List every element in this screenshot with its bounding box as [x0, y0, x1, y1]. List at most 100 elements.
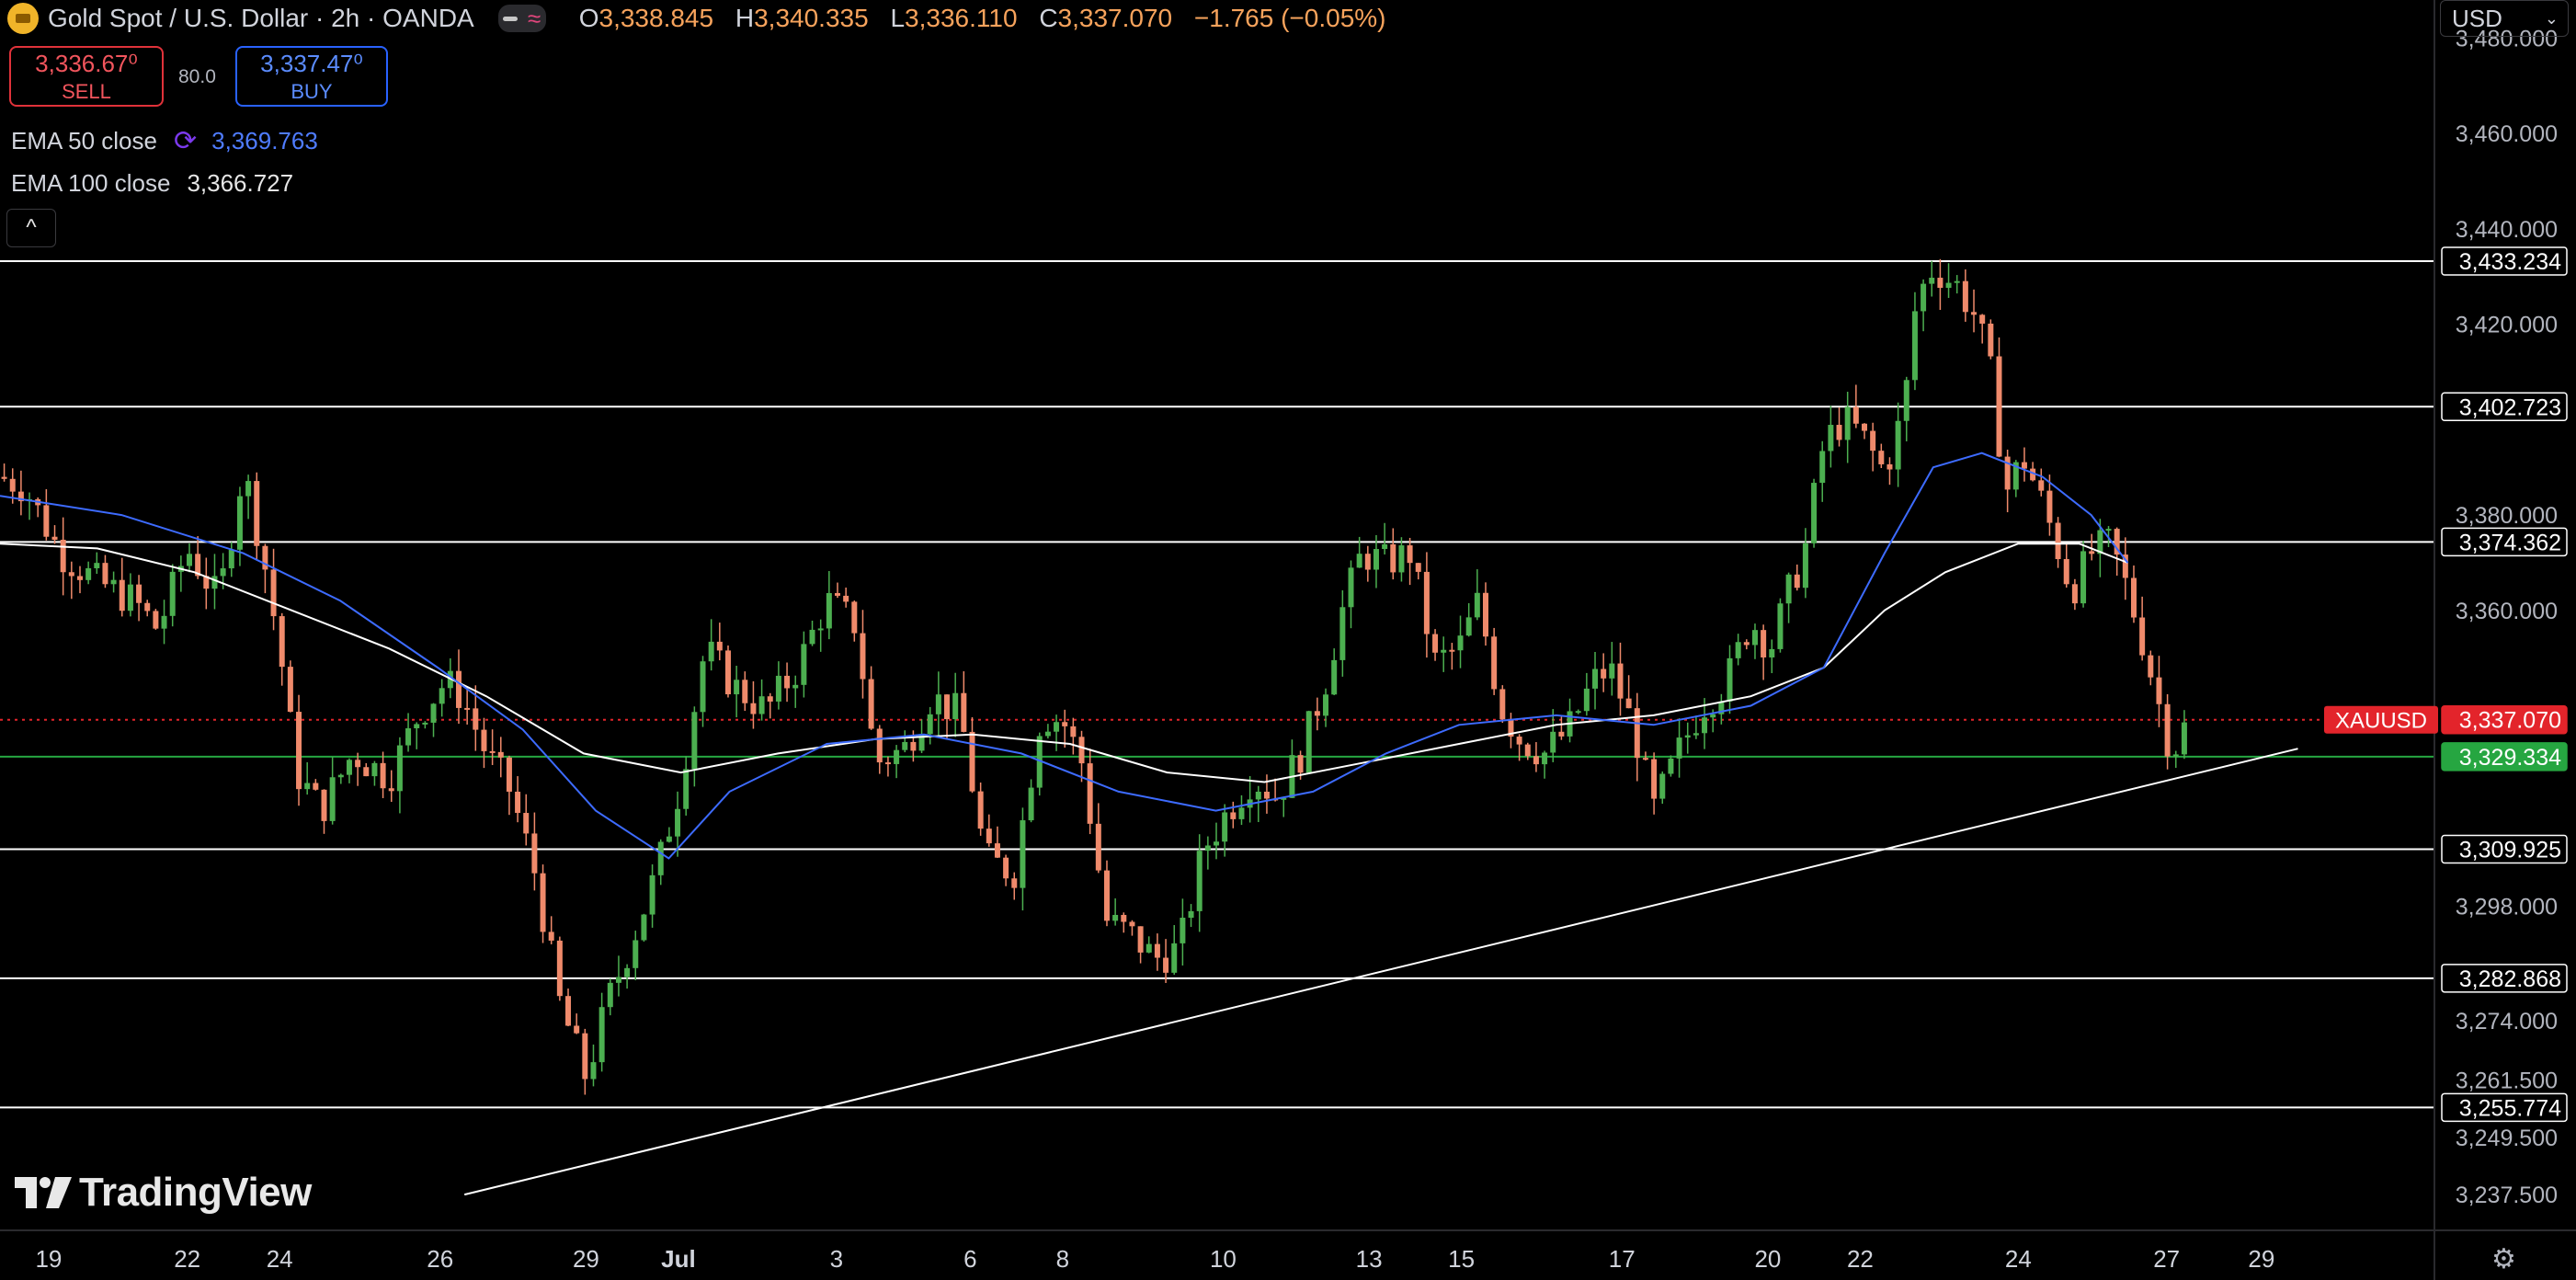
- candle-body: [245, 481, 252, 497]
- candle-body: [775, 675, 781, 702]
- settings-gear-icon[interactable]: ⚙: [2491, 1243, 2516, 1275]
- price-chart[interactable]: 3,480.0003,460.0003,440.0003,420.0003,38…: [0, 0, 2576, 1280]
- level-label: 3,282.868: [2459, 966, 2561, 992]
- buy-button[interactable]: 3,337.47⁰ BUY: [235, 46, 388, 107]
- collapse-legend-button[interactable]: ^: [6, 209, 56, 247]
- x-tick-label: 3: [830, 1245, 843, 1273]
- candle-body: [127, 584, 133, 611]
- x-tick-label: 24: [267, 1245, 293, 1273]
- candle-body: [1592, 669, 1599, 689]
- candle-body: [1583, 688, 1590, 712]
- candle-body: [734, 680, 740, 695]
- candle-body: [161, 615, 167, 629]
- candle-body: [94, 563, 100, 568]
- candle-body: [590, 1062, 597, 1080]
- candle-body: [1087, 763, 1093, 824]
- dash-icon: [503, 16, 519, 21]
- candle-body: [986, 829, 992, 844]
- tv-logo-icon: [15, 1177, 72, 1208]
- candle-body: [1188, 910, 1194, 919]
- time-axis[interactable]: 19 22 24 26 29 Jul 3 6 8 10 13 15 17 20 22 24 27 29: [0, 1229, 2576, 1273]
- candle-body: [1533, 756, 1539, 765]
- candle-body: [1659, 773, 1666, 799]
- candle-body: [236, 496, 243, 550]
- candle-body: [994, 843, 1000, 858]
- high-value: 3,340.335: [754, 4, 869, 32]
- symbol-title[interactable]: Gold Spot / U.S. Dollar · 2h · OANDA: [48, 4, 474, 33]
- currency-button[interactable]: USD ⌄: [2440, 0, 2569, 37]
- candle-body: [1390, 543, 1396, 573]
- candle-body: [876, 728, 883, 763]
- candle-body: [834, 592, 840, 596]
- ema100-legend[interactable]: EMA 100 close 3,366.727: [11, 169, 293, 198]
- candle-body: [548, 931, 554, 941]
- y-tick-label: 3,460.000: [2456, 121, 2558, 147]
- candle-body: [355, 760, 361, 768]
- candle-body: [1693, 733, 1699, 736]
- candle-body: [1339, 607, 1346, 660]
- candle-body: [952, 692, 959, 720]
- candle-body: [615, 977, 621, 983]
- ema50-legend[interactable]: EMA 50 close ⟳ 3,369.763: [11, 125, 318, 157]
- candle-body: [414, 724, 420, 729]
- low-label: L: [890, 4, 906, 32]
- candle-body: [767, 696, 773, 702]
- candle-body: [515, 791, 521, 814]
- sell-price: 3,336.67⁰: [35, 49, 138, 77]
- candle-body: [270, 569, 277, 617]
- candle-body: [1474, 592, 1480, 618]
- candle-body: [1078, 737, 1085, 764]
- trendline-layer: [463, 748, 2298, 1196]
- price-axis[interactable]: 3,480.0003,460.0003,440.0003,420.0003,38…: [2324, 0, 2568, 1280]
- candle-body: [1524, 744, 1531, 757]
- x-tick-label: 29: [573, 1245, 599, 1273]
- candle-body: [346, 760, 352, 775]
- candle-body: [1988, 323, 1994, 357]
- candle-body: [817, 628, 824, 631]
- candle-body: [455, 670, 462, 708]
- candle-body: [1356, 554, 1362, 568]
- candle-body: [1449, 649, 1455, 652]
- candle-body: [1979, 314, 1986, 324]
- candle-body: [1305, 711, 1312, 773]
- candle-body: [1811, 483, 1818, 543]
- candle-body: [977, 791, 984, 829]
- visibility-toggle[interactable]: ≈: [497, 5, 546, 32]
- candle-body: [657, 841, 664, 875]
- loading-icon: ⟳: [173, 126, 198, 156]
- candle-body: [1129, 921, 1135, 927]
- candle-body: [2130, 577, 2137, 618]
- candle-body: [43, 505, 50, 537]
- candle-body: [287, 667, 293, 713]
- candle-body: [1558, 731, 1565, 737]
- candle-body: [1609, 663, 1615, 679]
- support-label: 3,329.334: [2459, 745, 2561, 771]
- candle-body: [750, 703, 757, 714]
- candle-body: [1180, 918, 1186, 943]
- tradingview-logo[interactable]: TradingView: [15, 1170, 312, 1216]
- candle-body: [228, 549, 234, 569]
- candle-body: [1828, 425, 1834, 451]
- candle-body: [1070, 726, 1077, 737]
- candle-body: [801, 644, 807, 685]
- level-label: 3,374.362: [2459, 530, 2561, 555]
- candle-body: [329, 777, 336, 821]
- candle-body: [119, 579, 125, 611]
- candle-body: [1794, 574, 1800, 589]
- candle-body: [380, 762, 386, 789]
- candle-body: [540, 873, 546, 932]
- candle-body: [935, 694, 941, 714]
- candle-body: [1491, 636, 1498, 690]
- candle-body: [826, 592, 832, 629]
- candle-body: [582, 1033, 588, 1080]
- candle-body: [700, 661, 706, 713]
- candle-body: [1819, 451, 1826, 484]
- candle-body: [1, 476, 7, 479]
- candle-body: [363, 767, 370, 777]
- candle-body: [1415, 563, 1421, 572]
- sell-button[interactable]: 3,336.67⁰ SELL: [9, 46, 164, 107]
- candle-body: [1929, 278, 1935, 284]
- candle-body: [1398, 545, 1405, 573]
- low-value: 3,336.110: [905, 4, 1018, 32]
- candle-body: [1314, 711, 1320, 716]
